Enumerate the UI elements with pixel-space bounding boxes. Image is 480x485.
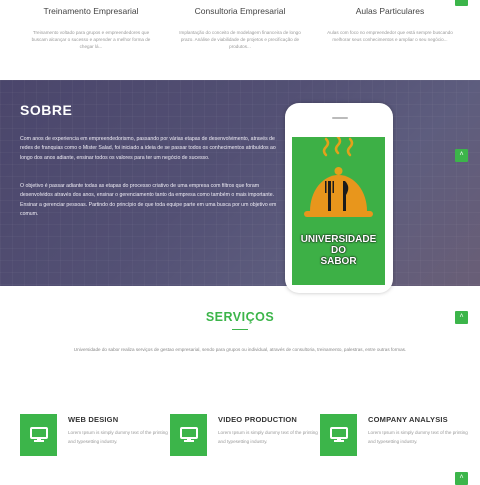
- scroll-up-button[interactable]: ˄: [455, 0, 468, 6]
- feature-video-production: VIDEO PRODUCTION Lorem Ipsum is simply d…: [170, 414, 318, 464]
- service-column-aulas: Aulas Particulares Aulas com foco no emp…: [315, 6, 465, 43]
- feature-icon-box: [320, 414, 357, 456]
- feature-description: Lorem Ipsum is simply dummy text of the …: [368, 430, 468, 444]
- servicos-title: SERVIÇOS: [205, 310, 275, 324]
- service-description: Implantação do conceito de modelagem fin…: [179, 30, 301, 49]
- feature-icon-box: [170, 414, 207, 456]
- feature-title: COMPANY ANALYSIS: [368, 415, 448, 424]
- service-title: Treinamento Empresarial: [43, 6, 139, 16]
- monitor-icon: [179, 427, 198, 442]
- feature-title: WEB DESIGN: [68, 415, 119, 424]
- phone-mockup: UNIVERSIDADE DO SABOR: [285, 103, 393, 293]
- feature-company-analysis: COMPANY ANALYSIS Lorem Ipsum is simply d…: [320, 414, 468, 464]
- chevron-up-icon: ˄: [459, 151, 464, 158]
- phone-speaker: [332, 117, 348, 119]
- service-title: Aulas Particulares: [355, 6, 425, 16]
- scroll-up-button[interactable]: ˄: [455, 149, 468, 162]
- monitor-icon: [29, 427, 48, 442]
- chevron-up-icon: ˄: [459, 0, 463, 2]
- logo-line-2: DO: [331, 245, 346, 256]
- sobre-section: SOBRE Com anos de experiencia em empreen…: [0, 80, 480, 286]
- service-column-consultoria: Consultoria Empresarial Implantação do c…: [165, 6, 315, 50]
- logo-text: UNIVERSIDADE DO SABOR: [292, 234, 385, 267]
- feature-description: Lorem Ipsum is simply dummy text of the …: [68, 430, 168, 444]
- feature-icon-box: [20, 414, 57, 456]
- top-services-section: Treinamento Empresarial Treinamento volt…: [0, 0, 480, 80]
- monitor-icon: [329, 427, 348, 442]
- sobre-title: SOBRE: [20, 102, 73, 118]
- service-description: Aulas com foco no empreendedor que está …: [327, 30, 453, 42]
- chevron-up-icon: ˄: [459, 313, 464, 320]
- title-underline: [232, 329, 248, 330]
- service-description: Treinamento voltado para grupos e empree…: [31, 30, 151, 49]
- sobre-paragraph-2: O objetivo é passar adiante todas as eta…: [20, 183, 277, 218]
- sobre-paragraph-1: Com anos de experiencia em empreendedori…: [20, 136, 276, 161]
- feature-description: Lorem Ipsum is simply dummy text of the …: [218, 430, 318, 444]
- phone-screen: UNIVERSIDADE DO SABOR: [292, 137, 385, 285]
- service-column-treinamento: Treinamento Empresarial Treinamento volt…: [16, 6, 166, 50]
- scroll-up-button[interactable]: ˄: [455, 472, 468, 485]
- logo-line-3: SABOR: [320, 256, 357, 267]
- feature-title: VIDEO PRODUCTION: [218, 415, 298, 424]
- scroll-up-button[interactable]: ˄: [455, 311, 468, 324]
- cloche-logo-icon: [304, 137, 373, 217]
- feature-web-design: WEB DESIGN Lorem Ipsum is simply dummy t…: [20, 414, 168, 464]
- service-title: Consultoria Empresarial: [194, 6, 286, 16]
- servicos-subtitle: Universidade do sabor realiza serviços d…: [73, 347, 407, 352]
- logo-line-1: UNIVERSIDADE: [300, 234, 377, 245]
